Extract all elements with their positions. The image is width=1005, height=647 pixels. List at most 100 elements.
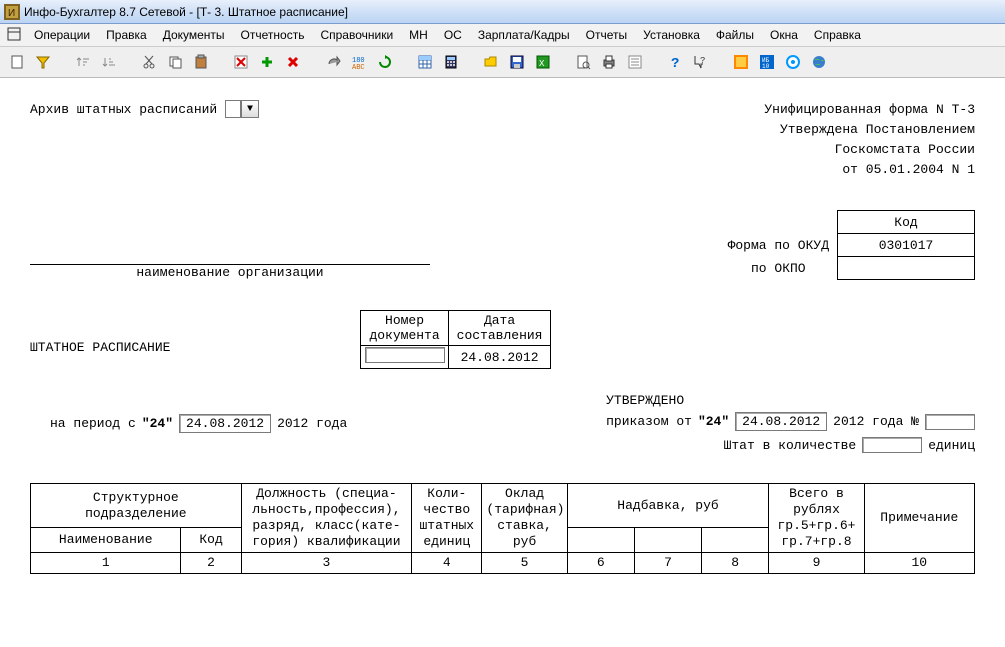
doc-date-value[interactable]: 24.08.2012: [448, 346, 551, 369]
form-header: Унифицированная форма N Т-3 Утверждена П…: [764, 100, 975, 180]
th-allow-1: [567, 528, 634, 553]
th-code: Код: [181, 528, 241, 553]
svg-text:И: И: [8, 8, 15, 19]
approved-num-input[interactable]: [925, 414, 975, 430]
tool-context-help-icon[interactable]: ?: [690, 51, 712, 73]
window-title: Инфо-Бухгалтер 8.7 Сетевой - [Т- 3. Штат…: [24, 5, 348, 19]
th-allow-3: [702, 528, 769, 553]
approved-date[interactable]: 24.08.2012: [735, 412, 827, 431]
tool-refresh-icon[interactable]: [374, 51, 396, 73]
tool-app1-icon[interactable]: [730, 51, 752, 73]
approved-suffix: 2012 года №: [833, 414, 919, 429]
colnum-9: 9: [769, 553, 864, 574]
tool-globe-icon[interactable]: [808, 51, 830, 73]
tool-prop-icon[interactable]: [624, 51, 646, 73]
svg-text:10: 10: [762, 63, 770, 70]
colnum-3: 3: [241, 553, 412, 574]
th-struct: Структурное подразделение: [31, 484, 242, 528]
colnum-10: 10: [864, 553, 974, 574]
tool-app3-icon[interactable]: [782, 51, 804, 73]
approved-prefix: приказом от: [606, 414, 692, 429]
staff-suffix: единиц: [928, 438, 975, 453]
org-caption: наименование организации: [30, 265, 430, 280]
approved-day[interactable]: "24": [698, 414, 729, 429]
menu-files[interactable]: Файлы: [708, 26, 762, 44]
form-header-line3: Госкомстата России: [764, 140, 975, 160]
colnum-5: 5: [482, 553, 567, 574]
svg-text:?: ?: [671, 56, 679, 70]
tool-sort-desc-icon[interactable]: [98, 51, 120, 73]
staff-prefix: Штат в количестве: [724, 438, 857, 453]
menu-edit[interactable]: Правка: [98, 26, 155, 44]
menu-operations[interactable]: Операции: [26, 26, 98, 44]
tool-funnel-icon[interactable]: [32, 51, 54, 73]
tool-cancel-icon[interactable]: [230, 51, 252, 73]
form-header-line4: от 05.01.2004 N 1: [764, 160, 975, 180]
doc-date-hdr: Дата составления: [448, 311, 551, 346]
colnum-8: 8: [702, 553, 769, 574]
th-allow-2: [634, 528, 701, 553]
archive-dropdown-button[interactable]: ▼: [241, 100, 259, 118]
approved-title: УТВЕРЖДЕНО: [606, 393, 975, 408]
svg-text:?: ?: [700, 56, 705, 66]
tool-print-icon[interactable]: [598, 51, 620, 73]
colnum-6: 6: [567, 553, 634, 574]
menu-reports[interactable]: Отчеты: [578, 26, 635, 44]
colnum-1: 1: [31, 553, 181, 574]
okpo-value[interactable]: [838, 257, 975, 280]
menu-setup[interactable]: Установка: [635, 26, 708, 44]
period-date[interactable]: 24.08.2012: [179, 414, 271, 433]
colnum-7: 7: [634, 553, 701, 574]
tool-preview-icon[interactable]: [572, 51, 594, 73]
menu-reporting[interactable]: Отчетность: [233, 26, 313, 44]
menubar: Операции Правка Документы Отчетность Спр…: [0, 24, 1005, 47]
form-header-line1: Унифицированная форма N Т-3: [764, 100, 975, 120]
colnum-4: 4: [412, 553, 482, 574]
staff-value-input[interactable]: [862, 437, 922, 453]
tool-open-icon[interactable]: [480, 51, 502, 73]
kod-header: Код: [838, 211, 975, 234]
th-total: Всего в рублях гр.5+гр.6+ гр.7+гр.8: [769, 484, 864, 553]
period-suffix: 2012 года: [277, 416, 347, 431]
menu-documents[interactable]: Документы: [155, 26, 233, 44]
doc-num-input[interactable]: [365, 347, 445, 363]
doc-title: ШТАТНОЕ РАСПИСАНИЕ: [30, 340, 170, 355]
tool-cut-icon[interactable]: [138, 51, 160, 73]
th-salary: Оклад (тарифная) ставка, руб: [482, 484, 567, 553]
tool-app2-icon[interactable]: ИБ10: [756, 51, 778, 73]
tool-copy-icon[interactable]: [164, 51, 186, 73]
archive-label: Архив штатных расписаний: [30, 102, 217, 117]
th-position: Должность (специа- льность,профессия), р…: [241, 484, 412, 553]
app-icon: И: [4, 4, 20, 20]
tool-help-icon[interactable]: ?: [664, 51, 686, 73]
menu-salary[interactable]: Зарплата/Кадры: [470, 26, 578, 44]
menu-help[interactable]: Справка: [806, 26, 869, 44]
menu-mn[interactable]: МН: [401, 26, 436, 44]
tool-save-icon[interactable]: [506, 51, 528, 73]
tool-delete-icon[interactable]: [282, 51, 304, 73]
main-table: Структурное подразделение Должность (спе…: [30, 483, 975, 574]
titlebar: И Инфо-Бухгалтер 8.7 Сетевой - [Т- 3. Шт…: [0, 0, 1005, 24]
tool-add-icon[interactable]: [256, 51, 278, 73]
th-name: Наименование: [31, 528, 181, 553]
menu-system-icon[interactable]: [2, 24, 26, 46]
tool-calc-icon[interactable]: [440, 51, 462, 73]
tool-paste-icon[interactable]: [190, 51, 212, 73]
tool-export-icon[interactable]: X: [532, 51, 554, 73]
period-prefix: на период с: [50, 416, 136, 431]
colnum-2: 2: [181, 553, 241, 574]
menu-windows[interactable]: Окна: [762, 26, 806, 44]
tool-abc-icon[interactable]: 180ABC: [348, 51, 370, 73]
period-day[interactable]: "24": [142, 416, 173, 431]
menu-os[interactable]: ОС: [436, 26, 470, 44]
okud-value: 0301017: [838, 234, 975, 257]
tool-redo1-icon[interactable]: [322, 51, 344, 73]
archive-select-value[interactable]: [225, 100, 241, 118]
org-name-field[interactable]: [30, 248, 430, 265]
doc-num-table: Номер документа Дата составления 24.08.2…: [360, 310, 551, 369]
tool-sort-asc-icon[interactable]: [72, 51, 94, 73]
tool-new-icon[interactable]: [6, 51, 28, 73]
tool-grid-icon[interactable]: [414, 51, 436, 73]
doc-num-hdr: Номер документа: [361, 311, 448, 346]
menu-directories[interactable]: Справочники: [312, 26, 401, 44]
